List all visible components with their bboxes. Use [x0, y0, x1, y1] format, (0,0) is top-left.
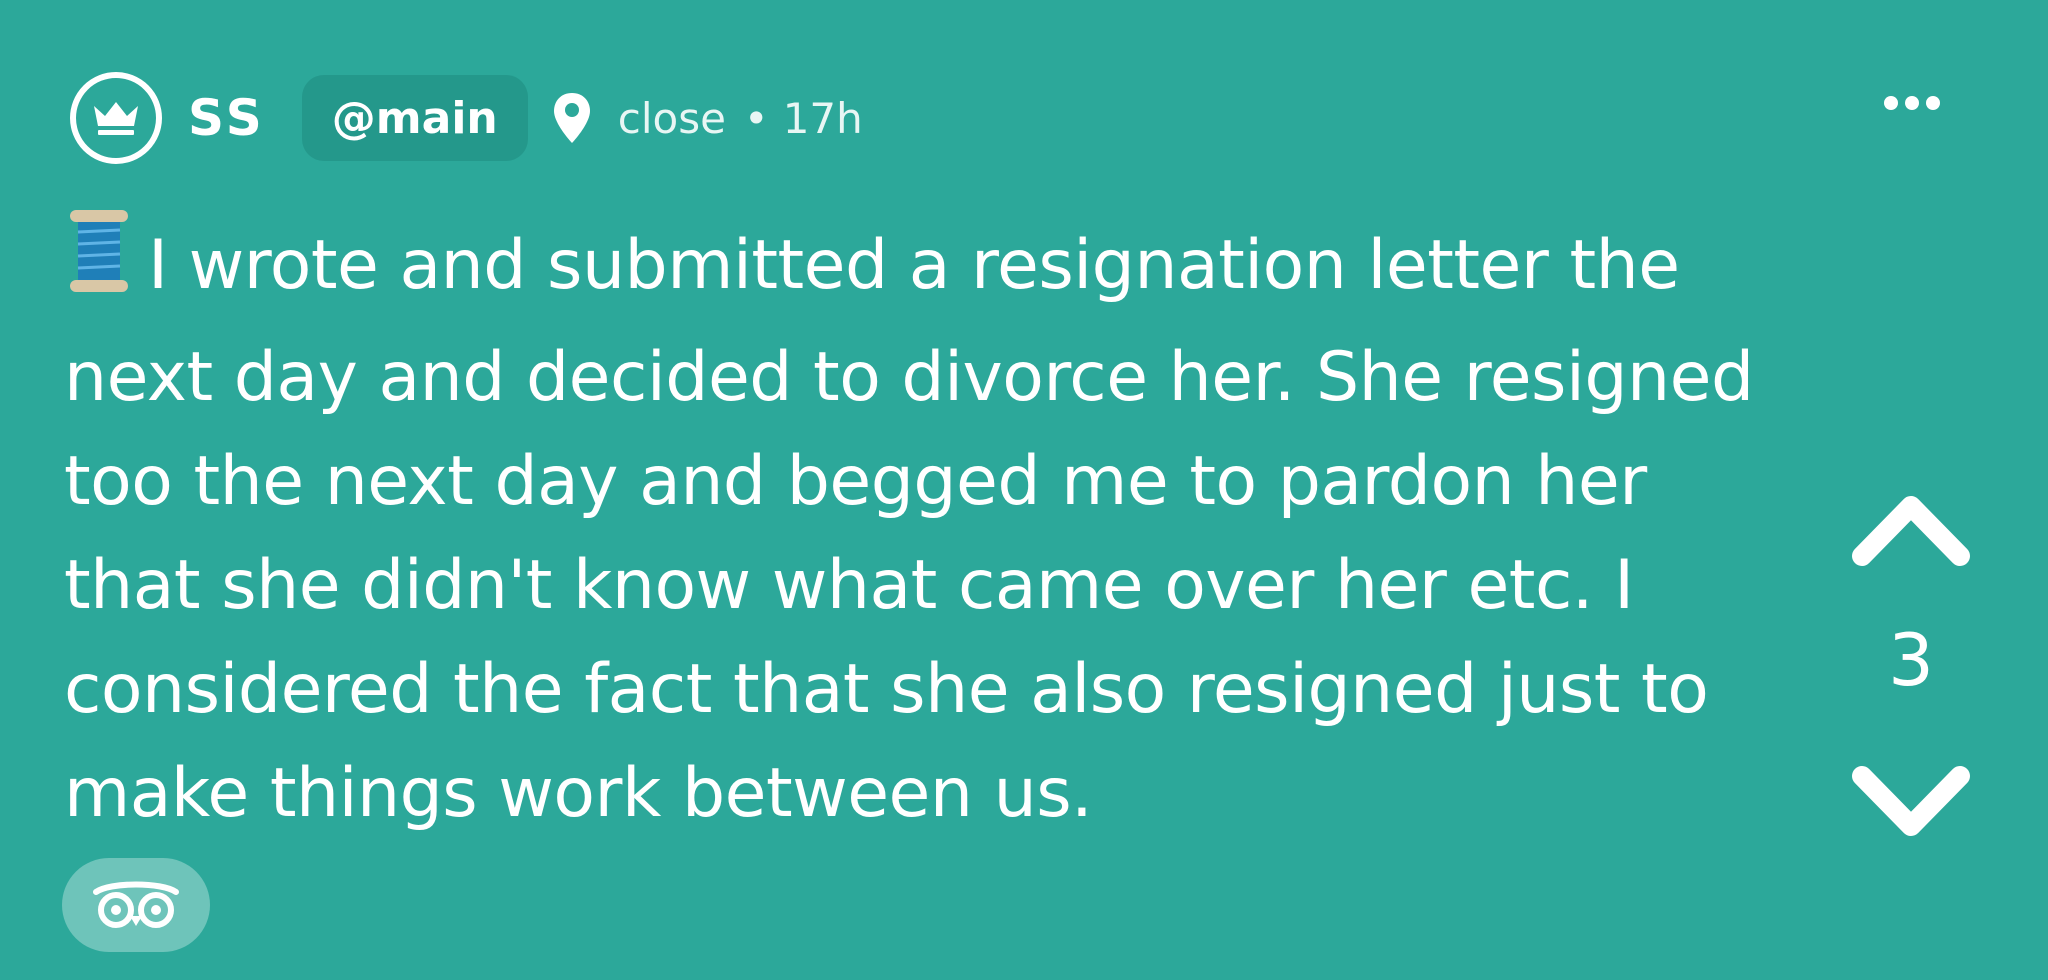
vote-controls: 3 — [1850, 490, 1972, 850]
crown-icon — [94, 102, 138, 135]
post-header: SS @main close • 17h — [70, 72, 863, 164]
post-age: 17h — [782, 93, 863, 143]
thread-spool-icon — [64, 206, 134, 326]
author-avatar[interactable] — [70, 72, 162, 164]
vote-score: 3 — [1888, 618, 1934, 702]
reveal-button[interactable] — [62, 858, 210, 952]
post-body-line: next day and decided to divorce her. She… — [64, 338, 1754, 417]
chevron-up-icon — [1852, 496, 1970, 566]
upvote-button[interactable] — [1850, 490, 1972, 570]
downvote-button[interactable] — [1850, 762, 1972, 842]
community-chip[interactable]: @main — [301, 75, 528, 161]
meta-separator: • — [743, 93, 769, 143]
location-label: close — [617, 93, 726, 143]
owl-eyes-icon — [93, 881, 179, 928]
map-pin-icon — [552, 91, 592, 145]
post-body-line: too the next day and begged me to pardon… — [64, 442, 1647, 521]
chevron-down-icon — [1852, 766, 1970, 836]
post-body-line: make things work between us. — [64, 754, 1093, 833]
post-body: I wrote and submitted a resignation lett… — [64, 206, 1854, 846]
more-options-icon[interactable] — [1880, 88, 1944, 118]
author-name[interactable]: SS — [188, 89, 266, 147]
community-label: @main — [331, 92, 498, 144]
post-body-line: considered the fact that she also resign… — [64, 650, 1709, 729]
post-body-text: I wrote and submitted a resignation lett… — [148, 226, 1680, 305]
post-body-line: I wrote and submitted a resignation lett… — [64, 206, 1854, 326]
post-body-line: that she didn't know what came over her … — [64, 546, 1634, 625]
